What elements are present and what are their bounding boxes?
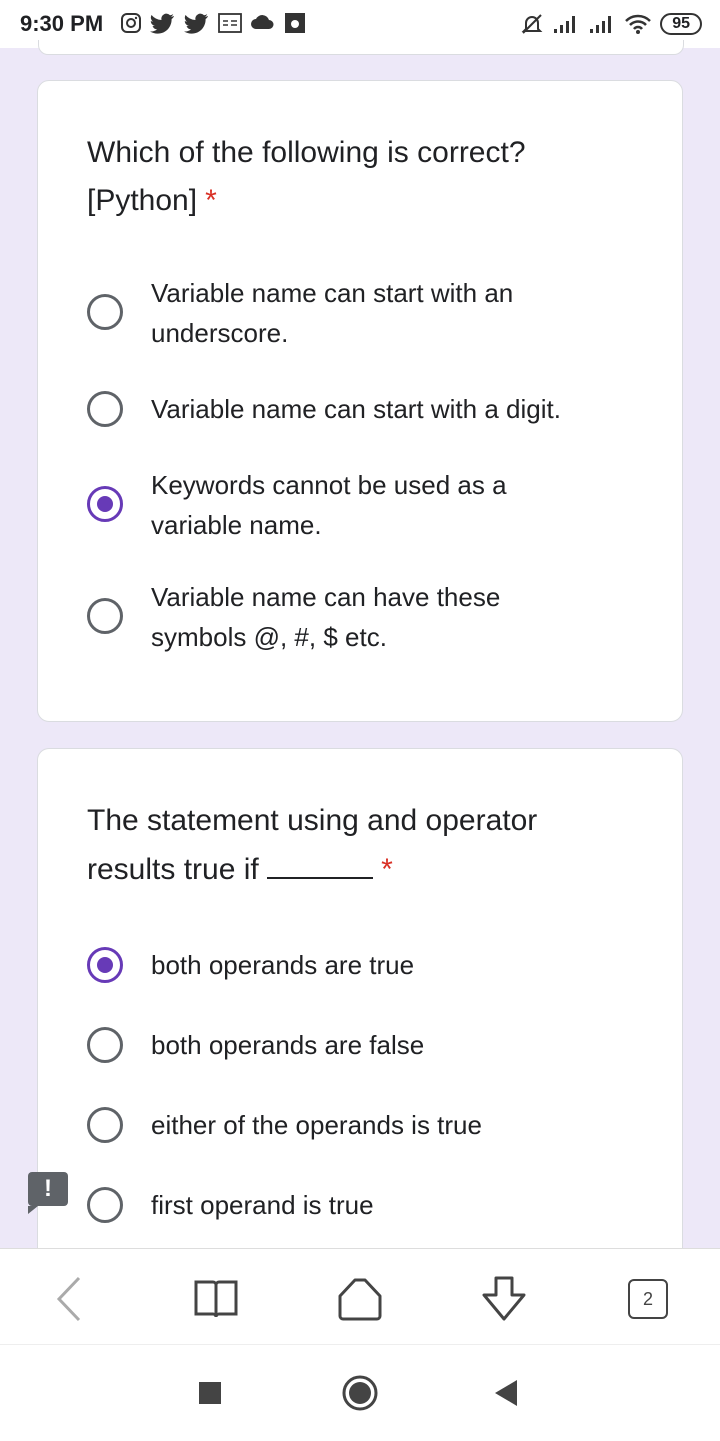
- radio-button[interactable]: [87, 391, 123, 427]
- status-time: 9:30 PM: [20, 11, 104, 36]
- twitter-icon: [184, 13, 208, 34]
- battery-indicator: 95: [660, 13, 702, 35]
- tabs-button[interactable]: 2: [624, 1275, 672, 1323]
- option-label: Keywords cannot be used as a variable na…: [151, 470, 507, 540]
- download-button[interactable]: [480, 1275, 528, 1323]
- option-label: first operand is true: [151, 1190, 374, 1220]
- app-icon: [285, 13, 305, 33]
- home-nav-button[interactable]: [340, 1373, 380, 1413]
- download-icon: [482, 1276, 526, 1321]
- question-card: The statement using and operator results…: [37, 748, 683, 1268]
- triangle-left-icon: [495, 1380, 517, 1406]
- twitter-icon: [150, 13, 174, 34]
- back-nav-button[interactable]: [486, 1373, 526, 1413]
- previous-card-edge: [38, 40, 684, 55]
- option-label: either of the operands is true: [151, 1110, 482, 1140]
- question-title: Which of the following is correct? [Pyth…: [87, 136, 526, 217]
- circle-icon: [342, 1375, 378, 1411]
- question-title: The statement using and operator results…: [87, 804, 538, 886]
- book-icon: [194, 1280, 238, 1318]
- news-icon: [218, 13, 242, 33]
- radio-option[interactable]: either of the operands is true: [87, 1105, 647, 1145]
- radio-button[interactable]: [87, 1187, 123, 1223]
- home-icon: [338, 1278, 382, 1321]
- browser-toolbar: 2: [0, 1248, 720, 1345]
- instagram-icon: [121, 13, 141, 33]
- status-system-icons: 95: [520, 12, 702, 36]
- required-mark: *: [205, 184, 217, 217]
- radio-button-selected[interactable]: [87, 947, 123, 983]
- option-label: both operands are true: [151, 950, 415, 980]
- radio-option[interactable]: Variable name can start with a digit.: [87, 389, 647, 429]
- tab-count: 2: [628, 1279, 668, 1319]
- radio-option[interactable]: both operands are false: [87, 1025, 647, 1065]
- question-card: Which of the following is correct? [Pyth…: [37, 80, 683, 722]
- option-label: Variable name can have these symbols @, …: [151, 582, 501, 652]
- radio-option[interactable]: both operands are true: [87, 945, 647, 985]
- reading-mode-button[interactable]: [192, 1275, 240, 1323]
- radio-option[interactable]: Keywords cannot be used as a variable na…: [87, 465, 647, 545]
- radio-button[interactable]: [87, 1107, 123, 1143]
- option-label: Variable name can start with a digit.: [151, 394, 561, 424]
- signal-icon: [554, 16, 576, 33]
- radio-option[interactable]: Variable name can have these symbols @, …: [87, 577, 647, 657]
- signal-icon: [590, 16, 612, 33]
- chevron-left-icon: [56, 1276, 81, 1322]
- system-navigation-bar: [0, 1344, 720, 1441]
- home-button[interactable]: [336, 1275, 384, 1323]
- radio-button[interactable]: [87, 598, 123, 634]
- exclamation-icon: !: [44, 1175, 52, 1202]
- wifi-icon: [625, 14, 652, 34]
- recents-button[interactable]: [190, 1373, 230, 1413]
- radio-button[interactable]: [87, 294, 123, 330]
- option-label: both operands are false: [151, 1030, 425, 1060]
- radio-option[interactable]: first operand is true: [87, 1185, 647, 1225]
- mute-icon: [521, 14, 543, 34]
- radio-option[interactable]: Variable name can start with an undersco…: [87, 273, 647, 353]
- radio-button[interactable]: [87, 1027, 123, 1063]
- square-icon: [199, 1382, 221, 1404]
- required-mark: *: [381, 853, 393, 886]
- back-button[interactable]: [46, 1275, 94, 1323]
- status-notification-icons: [120, 12, 306, 34]
- cloud-icon: [251, 15, 274, 29]
- report-feedback-button[interactable]: !: [28, 1172, 68, 1214]
- fill-in-blank: [267, 845, 374, 879]
- option-label: Variable name can start with an undersco…: [151, 278, 514, 348]
- radio-button-selected[interactable]: [87, 486, 123, 522]
